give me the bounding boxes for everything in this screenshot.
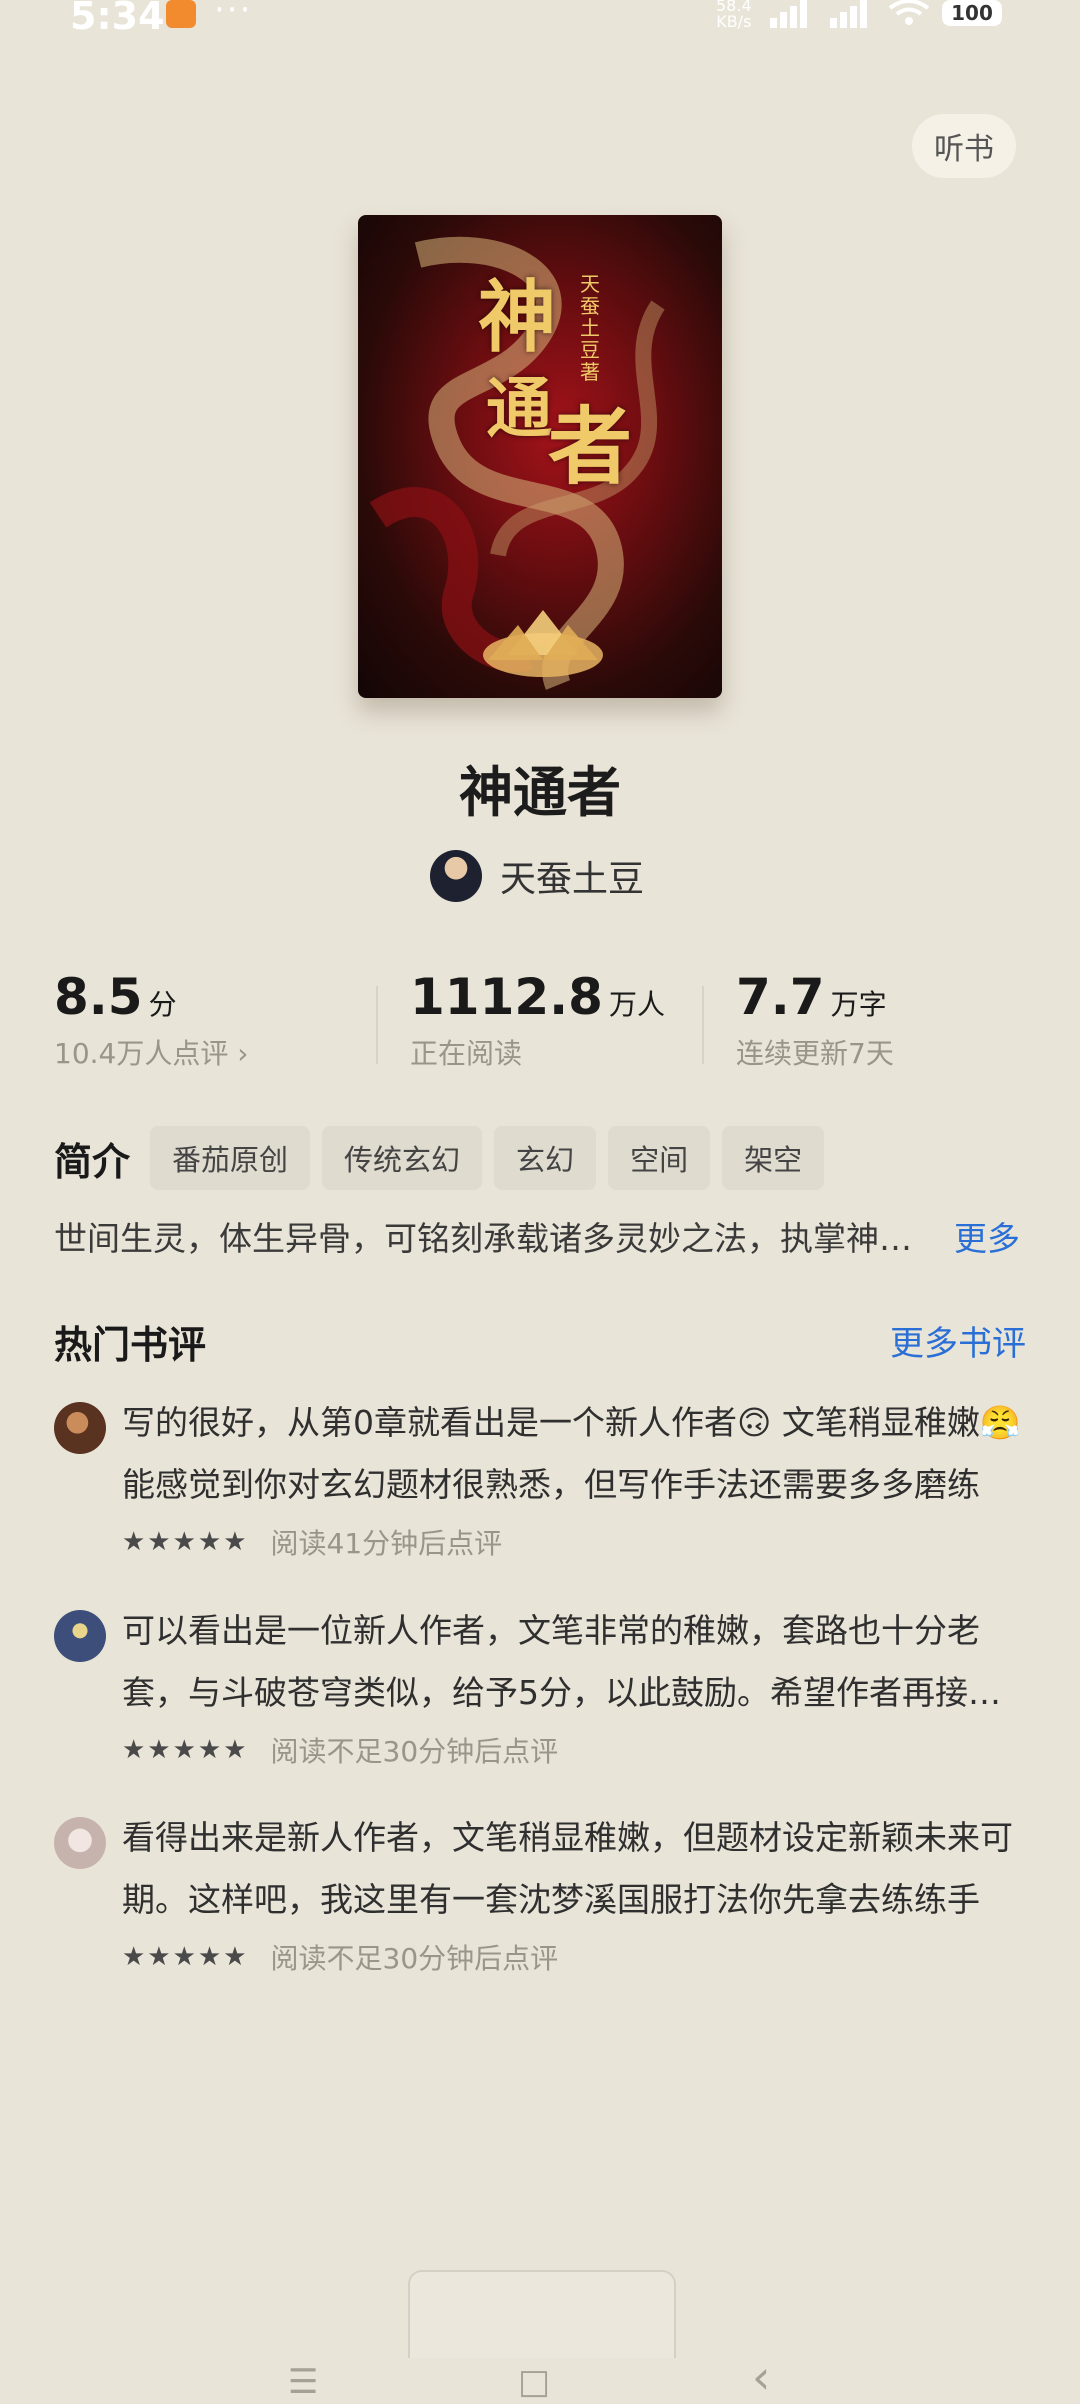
rating-stat[interactable]: 8.5 分 10.4万人点评 › <box>54 968 248 1072</box>
stat-divider <box>702 986 704 1064</box>
status-time: 5:34 <box>70 0 165 38</box>
intro-more-link[interactable]: 更多 <box>954 1212 1020 1260</box>
tag-chip[interactable]: 空间 <box>608 1126 711 1190</box>
rating-value: 8.5 <box>54 968 143 1026</box>
wordcount-value: 7.7 <box>736 968 825 1026</box>
intro-text[interactable]: 世间生灵，体生异骨，可铭刻承载诸多灵妙之法，执掌神通…… <box>54 1212 914 1260</box>
signal-5g-icon <box>830 0 870 28</box>
battery-icon: 100 <box>942 0 1002 26</box>
author-name[interactable]: 天蚕土豆 <box>500 850 644 902</box>
app-notification-icon <box>166 0 196 28</box>
tag-chip[interactable]: 番茄原创 <box>150 1126 311 1190</box>
review-note: 阅读41分钟后点评 <box>270 1527 503 1560</box>
listen-button[interactable]: 听书 <box>912 114 1016 178</box>
review-text: 看得出来是新人作者，文笔稍显稚嫩，但题材设定新颖未来可期。这样吧，我这里有一套沈… <box>122 1818 1013 1919</box>
review-note: 阅读不足30分钟后点评 <box>270 1942 559 1975</box>
review-text: 可以看出是一位新人作者，文笔非常的稚嫩，套路也十分老套，与斗破苍穹类似，给予5分… <box>122 1611 1001 1712</box>
review-stars: ★★★★★ <box>122 1942 249 1972</box>
author-avatar[interactable] <box>430 850 482 902</box>
more-dots-icon: ··· <box>214 0 253 30</box>
readers-value: 1112.8 <box>410 968 603 1026</box>
review-meta: ★★★★★ 阅读不足30分钟后点评 <box>122 1937 558 1977</box>
readers-unit: 万人 <box>608 988 665 1021</box>
review-stars: ★★★★★ <box>122 1735 249 1765</box>
author-row[interactable]: 天蚕土豆 <box>430 848 644 904</box>
tag-chip[interactable]: 架空 <box>722 1126 825 1190</box>
review-meta: ★★★★★ 阅读不足30分钟后点评 <box>122 1730 558 1770</box>
back-icon[interactable]: ‹ <box>752 2350 770 2404</box>
intro-label: 简介 <box>54 1139 131 1184</box>
tag-chip[interactable]: 玄幻 <box>494 1126 597 1190</box>
review-note: 阅读不足30分钟后点评 <box>270 1735 559 1768</box>
status-bar: 5:34 ··· 58.4 KB/s 100 <box>0 0 1080 40</box>
review-stars: ★★★★★ <box>122 1527 249 1557</box>
menu-icon[interactable]: ☰ <box>288 2362 318 2402</box>
stat-divider <box>376 986 378 1064</box>
wifi-icon <box>888 0 930 25</box>
signal-5g-icon <box>770 0 810 28</box>
cover-title-char: 者 <box>548 397 633 496</box>
reviews-title: 热门书评 <box>54 1323 207 1367</box>
review-meta: ★★★★★ 阅读41分钟后点评 <box>122 1522 502 1562</box>
net-speed-unit: KB/s <box>716 12 752 31</box>
readers-label: 正在阅读 <box>410 1037 523 1070</box>
book-title: 神通者 <box>459 761 621 824</box>
bottom-handle <box>408 2270 676 2358</box>
tag-chip[interactable]: 传统玄幻 <box>322 1126 483 1190</box>
cover-title-char: 神 <box>478 272 557 363</box>
wordcount-unit: 万字 <box>830 988 887 1021</box>
rating-count-link[interactable]: 10.4万人点评 › <box>54 1032 248 1072</box>
reviewer-avatar[interactable] <box>54 1610 106 1662</box>
reviewer-avatar[interactable] <box>54 1817 106 1869</box>
reviewer-avatar[interactable] <box>54 1402 106 1454</box>
more-reviews-link[interactable]: 更多书评 <box>890 1316 1026 1365</box>
cover-author-text: 天蚕土豆著 <box>580 272 600 384</box>
rating-unit: 分 <box>148 988 177 1021</box>
review-text: 写的很好，从第0章就看出是一个新人作者🙃 文笔稍显稚嫩😤能感觉到你对玄幻题材很熟… <box>122 1403 1021 1504</box>
net-speed: 58.4 KB/s <box>716 0 752 30</box>
update-status: 连续更新7天 <box>736 1037 894 1070</box>
book-cover[interactable]: 神 通 者 天蚕土豆著 <box>358 215 722 698</box>
cover-title-char: 通 <box>486 369 552 447</box>
readers-stat: 1112.8 万人 正在阅读 <box>410 968 665 1072</box>
intro-tags-row: 简介 番茄原创 传统玄幻 玄幻 空间 架空 <box>54 1126 836 1190</box>
wordcount-stat: 7.7 万字 连续更新7天 <box>736 968 894 1072</box>
home-icon[interactable]: □ <box>518 2362 550 2402</box>
